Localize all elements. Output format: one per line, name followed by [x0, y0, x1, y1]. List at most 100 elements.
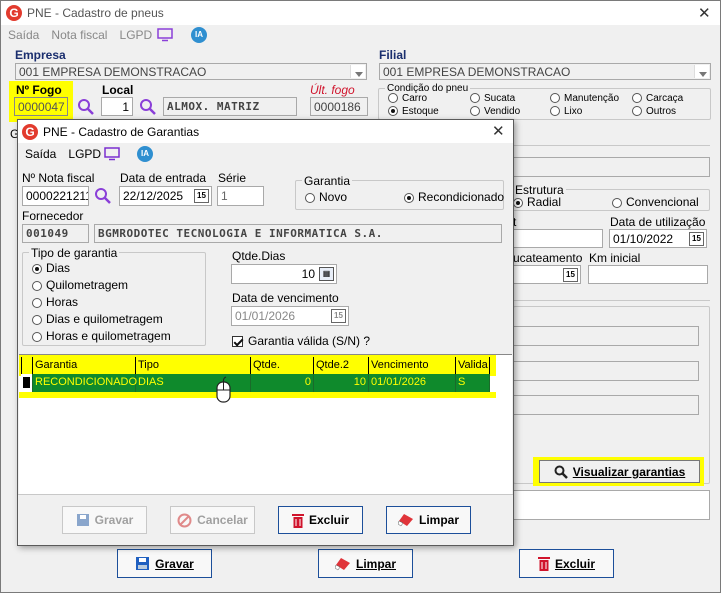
cond-sucata[interactable]: Sucata	[470, 93, 515, 104]
calendar-icon[interactable]: 15	[563, 268, 578, 282]
garantia-recondicionado-radio[interactable]: Recondicionado	[404, 190, 504, 204]
cell-garantia: RECONDICIONADO	[33, 374, 137, 392]
search-icon[interactable]	[139, 98, 157, 116]
menu-lgpd[interactable]: LGPD	[120, 28, 153, 42]
trash-icon	[291, 513, 304, 528]
monitor-icon[interactable]	[104, 147, 120, 161]
mouse-cursor-icon	[216, 376, 231, 403]
grid-header-qtde[interactable]: Qtde.	[251, 357, 314, 374]
cond-estoque[interactable]: Estoque	[388, 106, 439, 117]
data-entrada-input[interactable]: 22/12/2025 15	[119, 186, 212, 206]
ult-fogo-label: Últ. fogo	[310, 83, 355, 97]
save-icon	[76, 514, 89, 526]
monitor-icon[interactable]	[157, 28, 173, 42]
fornecedor-label: Fornecedor	[22, 209, 84, 223]
cancel-icon	[177, 513, 192, 527]
main-gravar-label: Gravar	[155, 556, 194, 571]
qtde-dias-input[interactable]: 10 ▦	[231, 264, 337, 284]
chevron-down-icon	[350, 65, 365, 78]
dialog-close-icon[interactable]: ✕	[492, 122, 505, 140]
dialog-excluir-button[interactable]: Excluir	[278, 506, 363, 534]
cond-outros[interactable]: Outros	[632, 106, 676, 117]
calendar-icon[interactable]: 15	[194, 189, 209, 203]
garantia-valida-checkbox[interactable]: Garantia válida (S/N) ?	[232, 334, 370, 348]
data-entrada-value: 22/12/2025	[123, 189, 184, 203]
main-gravar-button[interactable]: Gravar	[117, 549, 212, 578]
app-logo-icon: G	[6, 5, 22, 21]
tipo-quilometragem-radio[interactable]: Quilometragem	[32, 278, 128, 292]
grid-header-qtde2[interactable]: Qtde.2	[314, 357, 369, 374]
vencimento-input[interactable]: 01/01/2026 15	[231, 306, 349, 326]
ia-icon[interactable]: IA	[137, 146, 153, 162]
estrutura-convencional[interactable]: Convencional	[612, 195, 699, 209]
cell-tipo: DIAS	[136, 374, 251, 392]
chevron-down-icon	[694, 65, 709, 78]
search-icon[interactable]	[94, 187, 112, 205]
cond-lixo[interactable]: Lixo	[550, 106, 582, 117]
estrutura-radial[interactable]: Radial	[513, 195, 561, 209]
data-util-input[interactable]: 01/10/2022 15	[609, 229, 707, 248]
local-input[interactable]: 1	[101, 97, 133, 116]
ia-icon[interactable]: IA	[191, 27, 207, 43]
sucateamento-input[interactable]: 15	[513, 265, 581, 284]
tipo-dias-radio[interactable]: Dias	[32, 261, 70, 275]
trash-icon	[537, 557, 550, 571]
grid-row-highlight	[19, 392, 496, 398]
grid-header-tipo[interactable]: Tipo	[136, 357, 251, 374]
garantia-novo-radio[interactable]: Novo	[305, 190, 347, 204]
empresa-label: Empresa	[15, 48, 66, 62]
qtde-dias-value: 10	[301, 267, 315, 281]
tipo-dias-km-radio[interactable]: Dias e quilometragem	[32, 312, 163, 326]
visualizar-garantias-button[interactable]: Visualizar garantias	[539, 460, 700, 483]
filial-value: 001 EMPRESA DEMONSTRACAO	[383, 65, 571, 79]
cond-vendido[interactable]: Vendido	[470, 106, 520, 117]
table-row[interactable]: RECONDICIONADO DIAS 0 10 01/01/2026 S	[21, 374, 490, 392]
bg-field-t[interactable]	[513, 229, 603, 248]
filial-select[interactable]: 001 EMPRESA DEMONSTRACAO	[379, 63, 711, 80]
tipo-horas-radio[interactable]: Horas	[32, 295, 78, 309]
dialog-excluir-label: Excluir	[308, 513, 350, 527]
cell-vencimento: 01/01/2026	[369, 374, 456, 392]
calendar-icon[interactable]: 15	[689, 232, 704, 246]
dialog-cancelar-button[interactable]: Cancelar	[170, 506, 255, 534]
fogo-input[interactable]: 0000047	[14, 97, 68, 116]
main-limpar-label: Limpar	[355, 556, 396, 571]
main-close-icon[interactable]: ✕	[698, 4, 711, 22]
tipo-horas-km-radio[interactable]: Horas e quilometragem	[32, 329, 171, 343]
grid-header-vencimento[interactable]: Vencimento	[369, 357, 456, 374]
cond-carro[interactable]: Carro	[388, 93, 427, 104]
save-icon	[136, 557, 150, 570]
eraser-icon	[397, 514, 413, 527]
main-excluir-button[interactable]: Excluir	[519, 549, 614, 578]
tipo-garantia-label: Tipo de garantia	[29, 246, 120, 260]
dialog-menu-lgpd[interactable]: LGPD	[68, 147, 101, 161]
calendar-icon[interactable]: 15	[331, 309, 346, 323]
serie-input[interactable]: 1	[217, 186, 264, 206]
search-icon[interactable]	[77, 98, 95, 116]
vencimento-value: 01/01/2026	[235, 309, 296, 323]
menu-nota-fiscal[interactable]: Nota fiscal	[51, 28, 107, 42]
cell-qtde: 0	[251, 374, 314, 392]
cond-manutencao[interactable]: Manutenção	[550, 93, 619, 104]
nota-fiscal-input[interactable]: 0000221211	[22, 186, 89, 206]
garantia-label: Garantia	[302, 174, 353, 188]
local-description: ALMOX. MATRIZ	[163, 97, 297, 116]
cond-carcaca[interactable]: Carcaça	[632, 93, 683, 104]
menu-saida[interactable]: Saída	[8, 28, 39, 42]
km-inicial-input[interactable]	[588, 265, 708, 284]
serie-label: Série	[218, 171, 247, 185]
cell-qtde2: 10	[314, 374, 369, 392]
dialog-title: PNE - Cadastro de Garantias	[43, 125, 200, 139]
search-icon	[554, 465, 568, 479]
grid-header-valida[interactable]: Valida	[456, 357, 490, 374]
empresa-select[interactable]: 001 EMPRESA DEMONSTRACAO	[15, 63, 367, 80]
qtde-dias-label: Qtde.Dias	[232, 249, 286, 263]
main-limpar-button[interactable]: Limpar	[318, 549, 413, 578]
dialog-cancelar-label: Cancelar	[197, 513, 248, 527]
calculator-icon[interactable]: ▦	[319, 267, 334, 281]
dialog-menu-saida[interactable]: Saída	[25, 147, 56, 161]
divider	[18, 494, 513, 495]
dialog-gravar-button[interactable]: Gravar	[62, 506, 147, 534]
grid-header-garantia[interactable]: Garantia	[33, 357, 136, 374]
dialog-limpar-button[interactable]: Limpar	[386, 506, 471, 534]
